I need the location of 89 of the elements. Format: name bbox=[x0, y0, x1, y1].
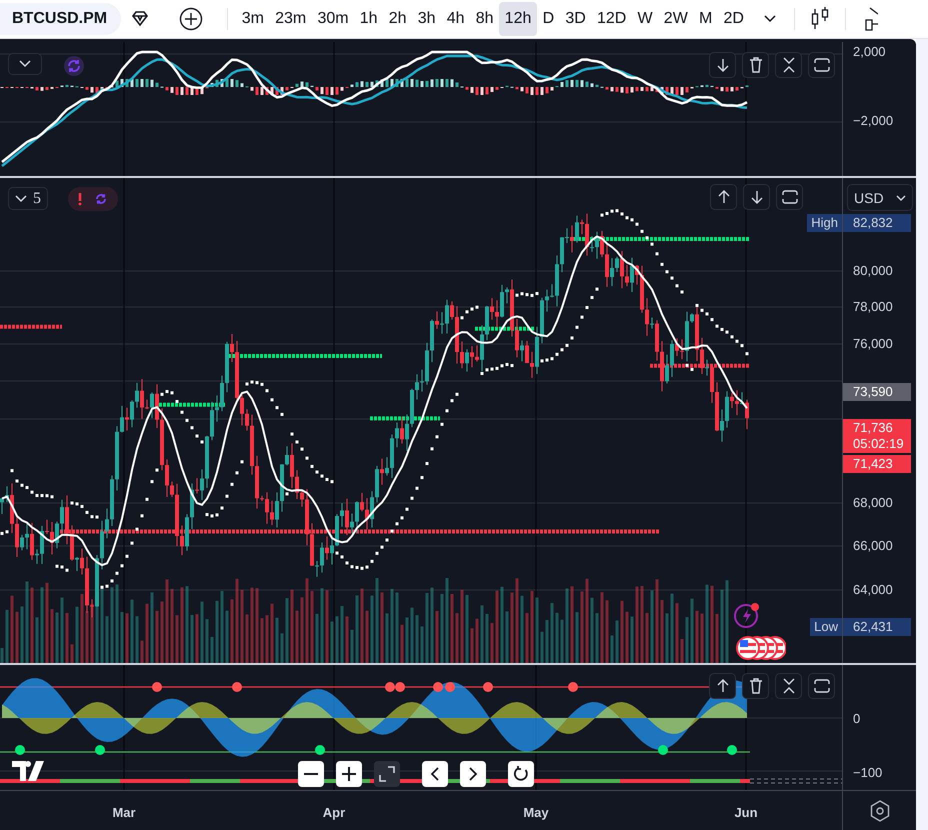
sync-icon[interactable] bbox=[64, 56, 84, 76]
currency-dropdown[interactable]: USD bbox=[847, 184, 913, 211]
interval-tab[interactable]: 2h bbox=[383, 2, 412, 36]
chevron-down-icon bbox=[19, 60, 31, 68]
maximize-icon bbox=[814, 58, 830, 72]
low-price-label: 62,431 bbox=[843, 618, 911, 636]
scale-label: −100 bbox=[853, 765, 882, 781]
price-label: 66,000 bbox=[853, 538, 893, 554]
zoom-in-button[interactable] bbox=[336, 761, 362, 787]
plus-icon bbox=[342, 767, 356, 781]
symbol-search-button[interactable]: BTCUSD.PM bbox=[0, 3, 122, 35]
collapse-icon bbox=[782, 678, 796, 694]
chevron-right-icon bbox=[469, 767, 477, 781]
price-marker: 73,590 bbox=[843, 383, 911, 401]
arrow-up-icon bbox=[716, 679, 728, 693]
chevron-down-icon bbox=[15, 194, 27, 202]
price-label: 76,000 bbox=[853, 336, 893, 352]
warning-icon bbox=[77, 192, 83, 206]
move-up-button[interactable] bbox=[709, 673, 736, 699]
scale-label: 2,000 bbox=[853, 44, 886, 60]
interval-tab[interactable]: 2D bbox=[718, 2, 750, 36]
chevron-down-icon[interactable] bbox=[764, 15, 776, 23]
reset-icon bbox=[513, 766, 529, 782]
maximize-button[interactable] bbox=[776, 184, 803, 210]
interval-tab[interactable]: 12h bbox=[499, 2, 537, 36]
lightning-icon[interactable] bbox=[734, 601, 762, 629]
price-marker: 71,736 05:02:19 bbox=[843, 419, 911, 453]
delete-button[interactable] bbox=[742, 673, 769, 699]
maximize-icon bbox=[814, 679, 830, 693]
candles-icon[interactable] bbox=[810, 6, 829, 32]
high-price-label: 82,832 bbox=[843, 214, 911, 232]
trash-icon bbox=[748, 57, 762, 73]
low-label: Low bbox=[810, 618, 842, 636]
interval-tab[interactable]: 4h bbox=[441, 2, 470, 36]
price-marker: 71,423 bbox=[843, 455, 911, 473]
interval-tab[interactable]: M bbox=[693, 2, 718, 36]
scroll-right-button[interactable] bbox=[460, 761, 486, 787]
collapse-pane-button[interactable] bbox=[775, 673, 802, 699]
interval-tab[interactable]: 3D bbox=[560, 2, 592, 36]
settings-icon[interactable] bbox=[870, 800, 890, 822]
interval-tab[interactable]: 30m bbox=[312, 2, 354, 36]
price-label: 80,000 bbox=[853, 263, 893, 279]
fit-button[interactable] bbox=[374, 761, 400, 787]
time-label: Apr bbox=[322, 805, 346, 820]
scroll-left-button[interactable] bbox=[422, 761, 448, 787]
interval-tab[interactable]: 3h bbox=[412, 2, 442, 36]
interval-tab[interactable]: W bbox=[632, 2, 658, 36]
minus-icon bbox=[304, 773, 318, 775]
reset-button[interactable] bbox=[508, 761, 534, 787]
time-label: May bbox=[522, 805, 550, 820]
delete-button[interactable] bbox=[742, 52, 769, 78]
move-up-button[interactable] bbox=[710, 184, 737, 210]
sync-icon bbox=[93, 191, 109, 207]
maximize-button[interactable] bbox=[808, 52, 835, 78]
zoom-out-button[interactable] bbox=[298, 761, 324, 787]
expand-icon bbox=[379, 766, 395, 782]
time-label: Mar bbox=[111, 805, 137, 820]
interval-tab[interactable]: 8h bbox=[470, 2, 500, 36]
trash-icon bbox=[748, 678, 762, 694]
chevron-down-icon bbox=[896, 194, 906, 200]
interval-tab[interactable]: 1h bbox=[354, 2, 384, 36]
move-down-button[interactable] bbox=[709, 52, 736, 78]
flag-events-icon[interactable] bbox=[736, 636, 786, 660]
price-label: 78,000 bbox=[853, 299, 893, 315]
arrow-down-icon bbox=[716, 58, 728, 72]
price-label: 68,000 bbox=[853, 495, 893, 511]
indicators-toggle-button[interactable]: 5 bbox=[8, 187, 48, 210]
collapse-button[interactable] bbox=[8, 53, 42, 75]
scrollbar[interactable] bbox=[916, 39, 928, 830]
add-symbol-icon[interactable] bbox=[179, 7, 204, 31]
status-pill[interactable] bbox=[68, 187, 118, 211]
interval-tab[interactable]: 12D bbox=[591, 2, 632, 36]
scale-label: −2,000 bbox=[853, 113, 894, 129]
high-label: High bbox=[807, 214, 842, 232]
arrow-down-icon bbox=[750, 190, 762, 204]
chevron-left-icon bbox=[431, 767, 439, 781]
maximize-icon bbox=[782, 190, 798, 204]
collapse-pane-button[interactable] bbox=[775, 52, 802, 78]
price-label: 64,000 bbox=[853, 582, 893, 598]
time-label: Jun bbox=[733, 805, 759, 820]
arrow-up-icon bbox=[718, 190, 730, 204]
collapse-icon bbox=[782, 57, 796, 73]
move-down-button[interactable] bbox=[743, 184, 770, 210]
interval-tab[interactable]: 2W bbox=[658, 2, 694, 36]
interval-tab[interactable]: D bbox=[536, 2, 560, 36]
maximize-button[interactable] bbox=[808, 673, 835, 699]
interval-tab[interactable]: 3m bbox=[236, 2, 270, 36]
interval-tab[interactable]: 23m bbox=[270, 2, 312, 36]
scale-label: 0 bbox=[853, 711, 860, 727]
